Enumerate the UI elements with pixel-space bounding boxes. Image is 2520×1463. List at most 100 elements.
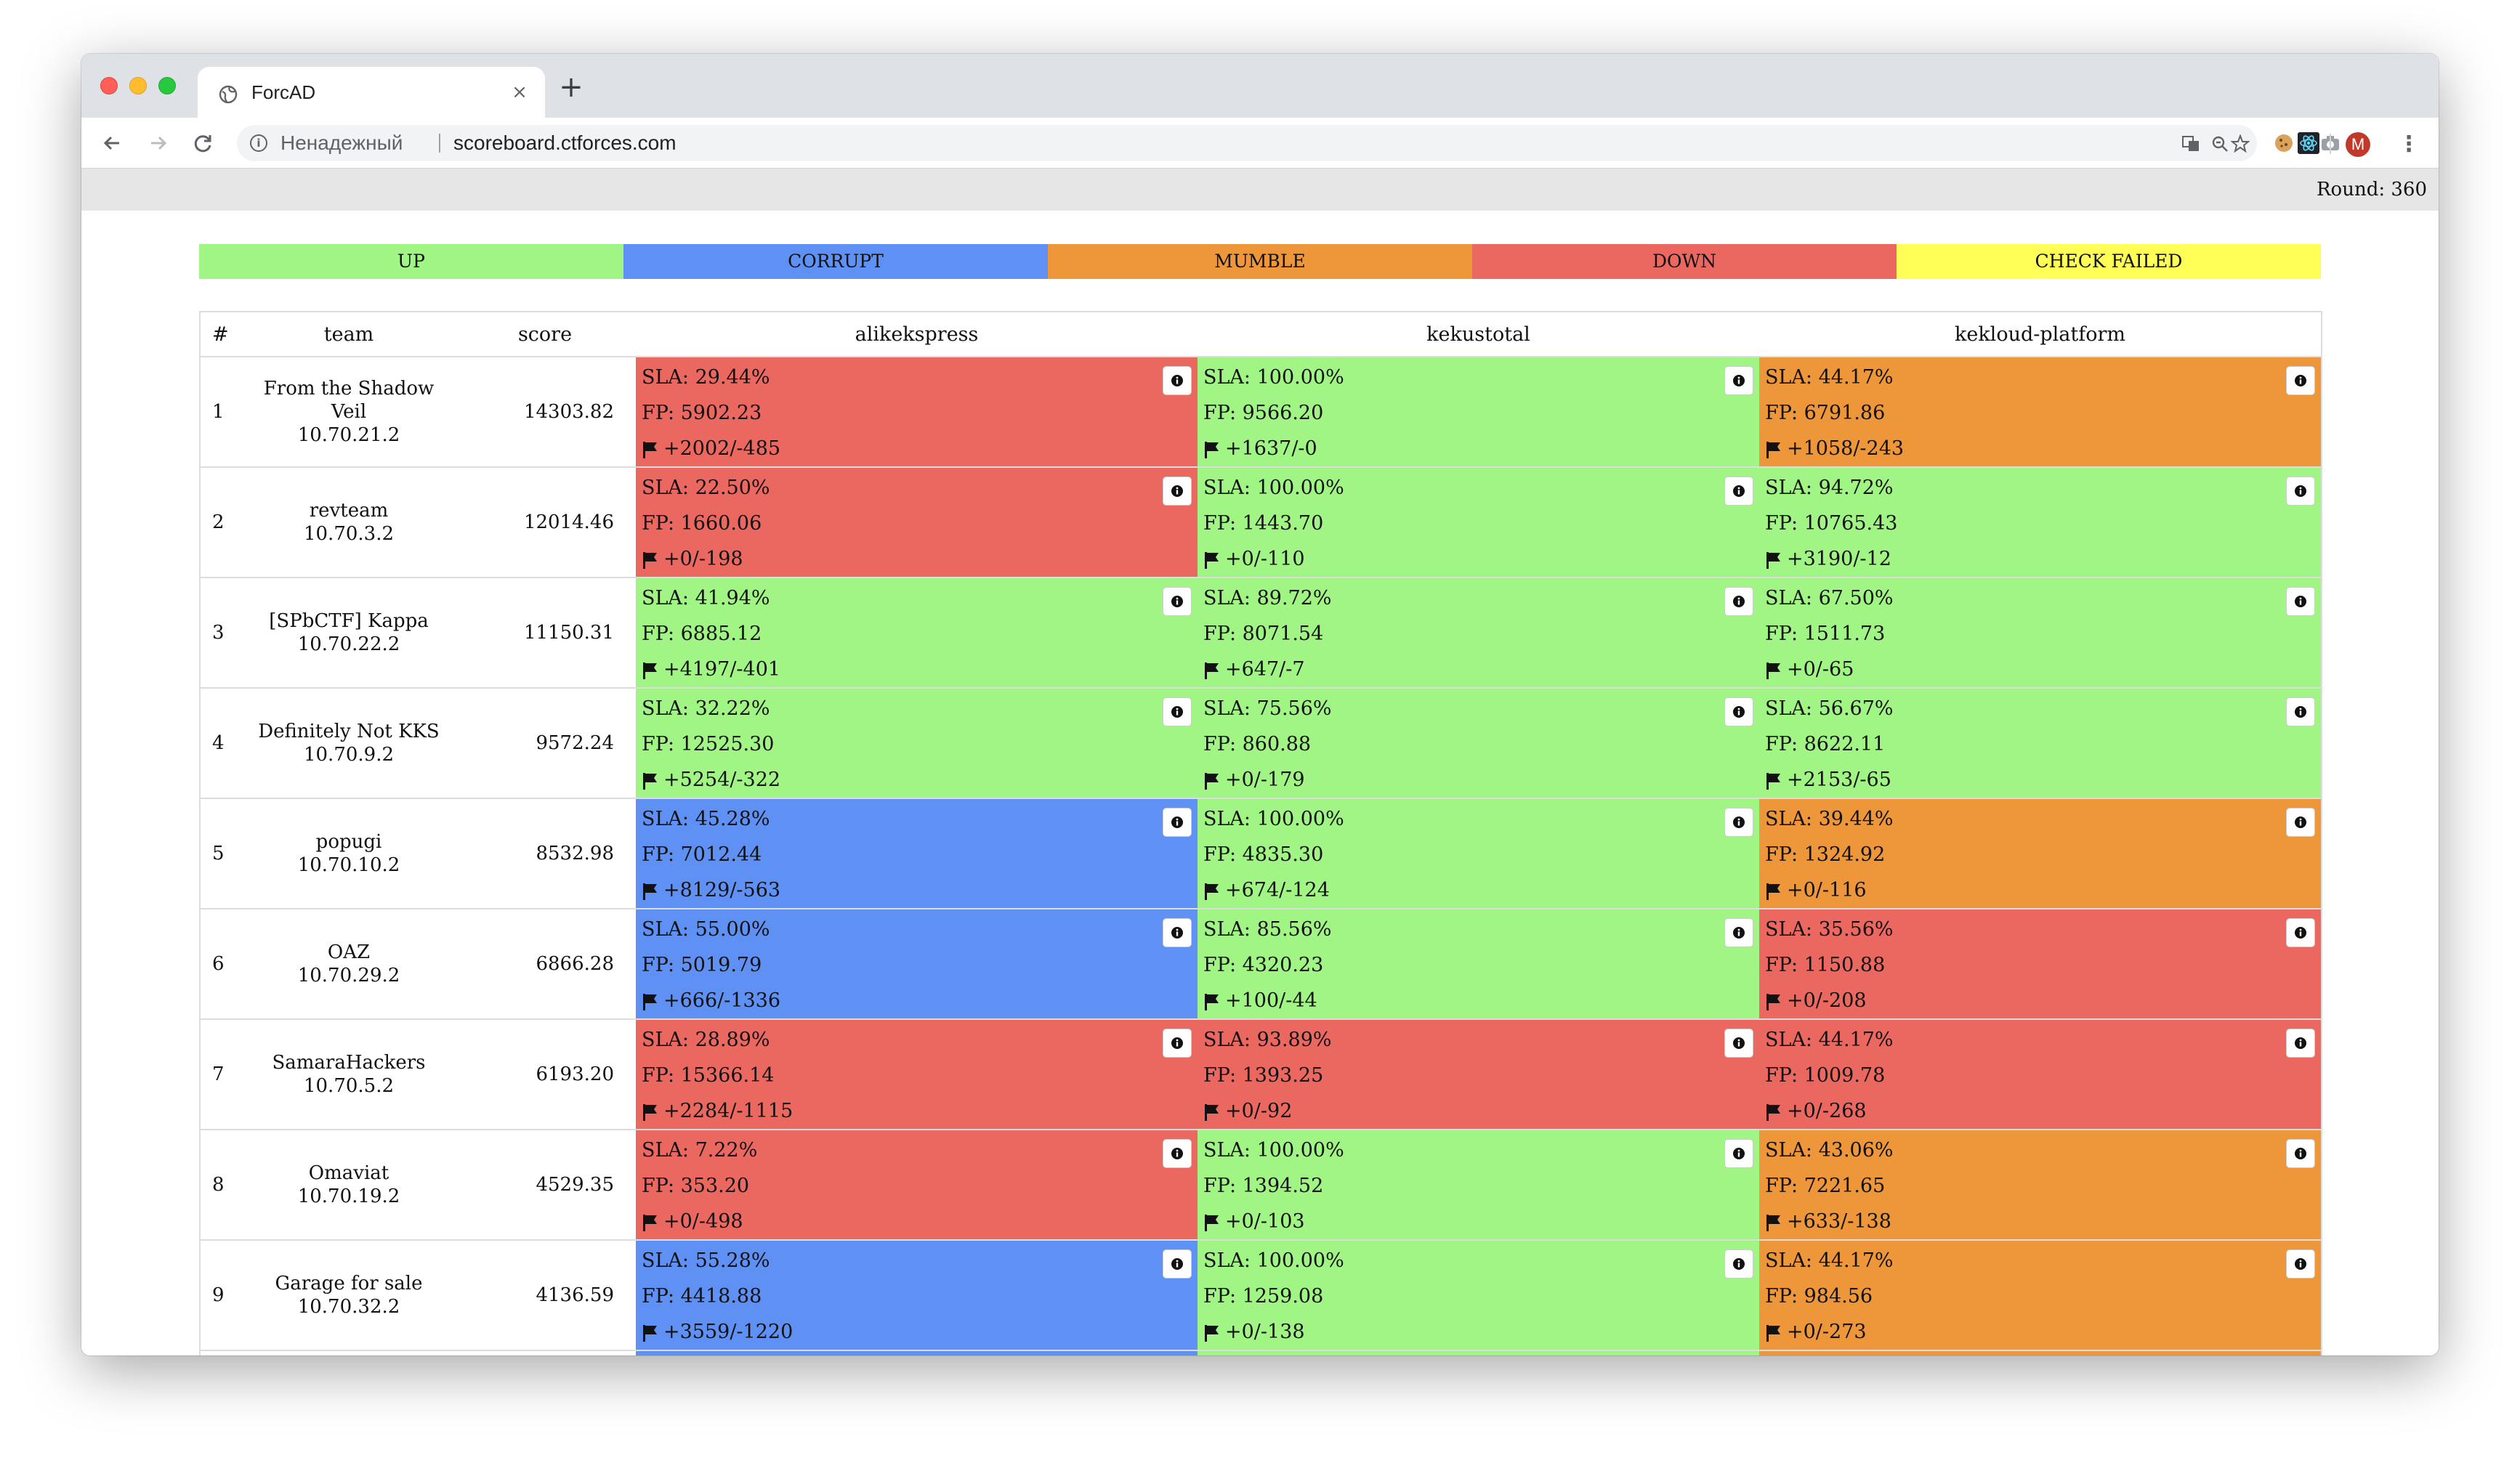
service-cell-alikekspress: SLA: 55.00% FP: 5019.79 +666/-1336 (636, 908, 1198, 1019)
legend-check_failed: CHECK FAILED (1897, 244, 2321, 279)
service-info-button[interactable] (2286, 808, 2315, 837)
reload-icon[interactable] (187, 128, 218, 158)
service-info-button[interactable] (1724, 366, 1753, 395)
browser-window: ForcAD × + i Ненадежный scoreboard.ctfor… (81, 54, 2439, 1355)
profile-avatar[interactable]: M (2346, 132, 2370, 157)
status-legend: UP CORRUPT MUMBLE DOWN CHECK FAILED (199, 244, 2321, 279)
service-info-button[interactable] (1724, 697, 1753, 726)
translate-icon[interactable] (2181, 134, 2200, 153)
service-info-button[interactable] (1724, 587, 1753, 616)
sla-value: SLA: 39.44% (1765, 808, 1894, 830)
service-cell-content: SLA: 100.00% FP: 9566.20 +1637/-0 (1198, 357, 1759, 466)
service-info-button[interactable] (1163, 1249, 1192, 1278)
service-cell-kekloud-platform: SLA: 67.50% FP: 1511.73 +0/-65 (1759, 577, 2322, 689)
forward-arrow-icon[interactable] (142, 128, 173, 158)
tab-title: ForcAD (251, 81, 316, 103)
flags-value: +3190/-12 (1787, 548, 1891, 570)
zoom-icon[interactable] (2210, 134, 2229, 153)
flags-line: +0/-273 (1765, 1316, 2315, 1352)
menu-kebab-icon[interactable]: ⋮ (2398, 131, 2420, 158)
team-name: Garage for sale (275, 1273, 423, 1294)
flags-line: +100/-44 (1203, 985, 1753, 1021)
flags-line: +0/-65 (1765, 654, 2315, 689)
service-info-button[interactable] (2286, 1139, 2315, 1168)
address-bar[interactable]: i Ненадежный scoreboard.ctforces.com (237, 125, 2257, 161)
service-info-button[interactable] (1724, 1249, 1753, 1278)
service-info-button[interactable] (1724, 1139, 1753, 1168)
bookmark-star-icon[interactable] (2231, 134, 2250, 153)
sla-value: SLA: 28.89% (642, 1029, 770, 1051)
service-info-button[interactable] (2286, 697, 2315, 726)
service-cell-content: SLA: 85.56% FP: 4320.23 +100/-44 (1198, 909, 1759, 1018)
service-cell-kekloud-platform: SLA: 39.44% FP: 1324.92 +0/-116 (1759, 798, 2322, 909)
service-cell-alikekspress: SLA: 22.50% FP: 1660.06 +0/-198 (636, 466, 1198, 578)
window-minimize-button[interactable] (129, 77, 147, 94)
team-rank: 4 (199, 687, 243, 798)
service-info-button[interactable] (2286, 1029, 2315, 1058)
sla-value: SLA: 22.50% (642, 477, 770, 499)
team-score: 9572.24 (454, 687, 636, 798)
service-cell-content: SLA: 32.22% FP: 12525.30 +5254/-322 (636, 689, 1198, 798)
window-maximize-button[interactable] (158, 77, 176, 94)
browser-tab[interactable]: ForcAD × (198, 67, 545, 118)
flag-icon (1765, 1100, 1787, 1122)
site-info-icon[interactable]: i (250, 134, 267, 152)
service-info-button[interactable] (1163, 366, 1192, 395)
service-cell-content: SLA: 43.06% FP: 7221.65 +633/-138 (1759, 1130, 2321, 1239)
flags-value: +0/-179 (1225, 769, 1305, 791)
sla-value: SLA: 100.00% (1203, 1249, 1344, 1272)
service-info-button[interactable] (1163, 808, 1192, 837)
flag-icon (1765, 769, 1787, 791)
sla-value: SLA: 55.00% (642, 918, 770, 941)
flags-value: +0/-92 (1225, 1100, 1293, 1122)
flags-value: +633/-138 (1787, 1210, 1891, 1233)
service-info-button[interactable] (1163, 697, 1192, 726)
back-arrow-icon[interactable] (97, 128, 128, 158)
service-info-button[interactable] (1163, 1139, 1192, 1168)
team-cell: OAZ 10.70.29.2 (243, 908, 454, 1019)
service-info-button[interactable] (1724, 477, 1753, 506)
service-info-button[interactable] (1724, 918, 1753, 947)
sla-value: SLA: 56.67% (1765, 697, 1894, 720)
react-devtools-icon[interactable] (2298, 132, 2319, 154)
service-info-button[interactable] (1163, 587, 1192, 616)
header-team: team (243, 311, 454, 357)
flags-line: +0/-138 (1203, 1316, 1753, 1352)
flag-icon (642, 1321, 663, 1343)
cookie-extension-icon[interactable] (2273, 132, 2295, 154)
sla-value: SLA: 75.56% (1203, 697, 1332, 720)
window-close-button[interactable] (100, 77, 118, 94)
service-info-button[interactable] (2286, 477, 2315, 506)
service-info-button[interactable] (2286, 918, 2315, 947)
service-cell-kekloud-platform: SLA: 44.17% FP: 6791.86 +1058/-243 (1759, 356, 2322, 467)
team-ip: 10.70.32.2 (297, 1296, 400, 1318)
header-rank: # (199, 311, 243, 357)
service-info-button[interactable] (1163, 918, 1192, 947)
url-text[interactable]: scoreboard.ctforces.com (453, 125, 677, 161)
new-tab-button[interactable]: + (557, 73, 586, 102)
team-name: SamaraHackers (272, 1052, 426, 1074)
team-cell: SamaraHackers 10.70.5.2 (243, 1018, 454, 1130)
flags-value: +3559/-1220 (663, 1321, 793, 1343)
service-info-button[interactable] (2286, 587, 2315, 616)
service-cell-kekloud-platform: SLA: 43.06% FP: 7221.65 +633/-138 (1759, 1129, 2322, 1240)
service-info-button[interactable] (2286, 366, 2315, 395)
service-info-button[interactable] (1724, 808, 1753, 837)
service-info-button[interactable] (1724, 1029, 1753, 1058)
team-rank: 3 (199, 577, 243, 688)
flags-value: +1058/-243 (1787, 437, 1905, 460)
flag-icon (1765, 1321, 1787, 1343)
fp-value: FP: 5902.23 (642, 402, 762, 424)
service-cell-content: SLA: 56.67% FP: 8622.11 +2153/-65 (1759, 689, 2321, 798)
tab-close-icon[interactable]: × (509, 81, 530, 103)
header-service-alikekspress: alikekspress (636, 311, 1198, 357)
fp-value: FP: 4320.23 (1203, 954, 1324, 976)
flag-icon (1765, 989, 1787, 1012)
service-info-button[interactable] (2286, 1249, 2315, 1278)
service-cell-alikekspress: SLA: 32.22% FP: 12525.30 +5254/-322 (636, 687, 1198, 798)
service-cell-content: SLA: 39.44% FP: 1324.92 +0/-116 (1759, 799, 2321, 908)
legend-corrupt: CORRUPT (623, 244, 1048, 279)
flags-value: +647/-7 (1225, 658, 1305, 681)
service-info-button[interactable] (1163, 477, 1192, 506)
service-info-button[interactable] (1163, 1029, 1192, 1058)
